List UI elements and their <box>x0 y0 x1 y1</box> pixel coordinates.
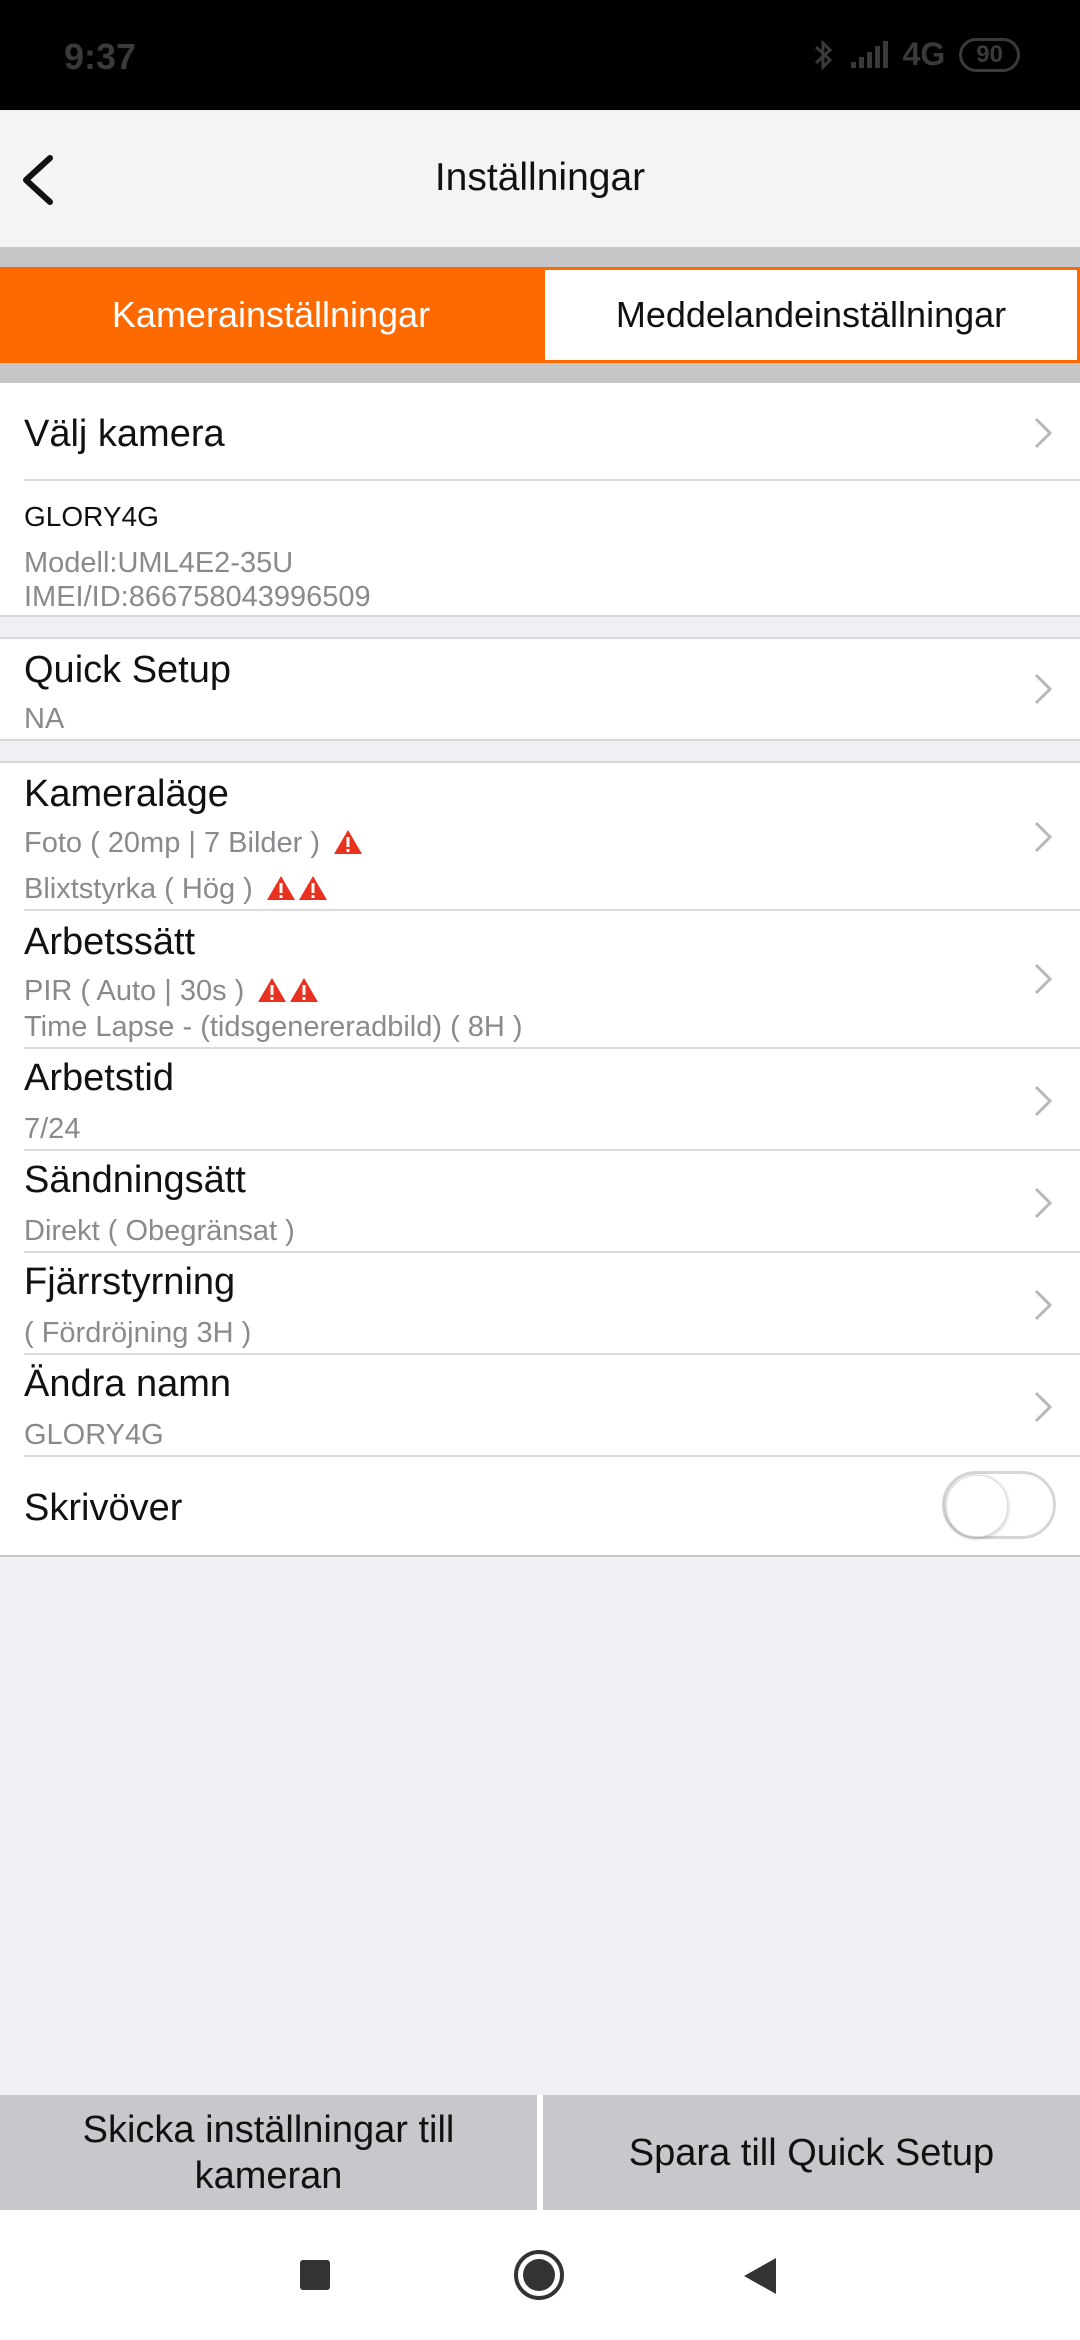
overwrite-row: Skrivöver <box>0 1457 1080 1557</box>
signal-icon <box>850 40 888 68</box>
warning-triangle-icon <box>334 830 363 854</box>
camera-name: GLORY4G <box>24 501 159 532</box>
remote-control-value: ( Fördröjning 3H ) <box>24 1317 252 1349</box>
status-time: 9:37 <box>64 36 137 77</box>
network-type: 4G <box>902 36 946 72</box>
warning-triangle-icon <box>290 978 319 1002</box>
rename-row[interactable]: Ändra namn GLORY4G <box>0 1355 1080 1457</box>
work-mode-row[interactable]: Arbetssätt PIR ( Auto | 30s ) Time Lapse… <box>0 911 1080 1049</box>
toggle-knob <box>946 1475 1008 1537</box>
camera-mode-line1: Foto ( 20mp | 7 Bilder ) <box>24 827 364 860</box>
select-camera-row[interactable]: Välj kamera <box>0 383 1080 481</box>
system-nav-bar <box>0 2210 1080 2340</box>
camera-mode-line2: Blixtstyrka ( Hög ) <box>24 873 329 906</box>
chevron-right-icon <box>1034 1085 1053 1117</box>
quick-setup-value: NA <box>24 703 65 735</box>
page-title: Inställningar <box>434 156 646 199</box>
warning-triangle-icon <box>266 876 295 900</box>
work-time-title: Arbetstid <box>24 1057 174 1099</box>
chevron-right-icon <box>1034 1187 1053 1219</box>
quick-setup-title: Quick Setup <box>24 649 231 691</box>
app-header: Inställningar <box>0 110 1080 249</box>
tab-notification-settings[interactable]: Meddelandeinställningar <box>542 267 1080 363</box>
work-time-value: 7/24 <box>24 1113 81 1145</box>
tab-bar: Kamerainställningar Meddelandeinställnin… <box>0 249 1080 383</box>
settings-list: Välj kamera GLORY4G Modell:UML4E2-35U IM… <box>0 383 1080 1557</box>
status-bar: 9:37 4G 90 <box>0 0 1080 110</box>
rename-value: GLORY4G <box>24 1419 164 1451</box>
chevron-right-icon <box>1034 821 1053 853</box>
section-gap <box>0 615 1080 639</box>
save-quick-setup-button[interactable]: Spara till Quick Setup <box>543 2095 1080 2210</box>
select-camera-label: Välj kamera <box>24 413 225 455</box>
section-gap <box>0 739 1080 763</box>
status-icons: 4G 90 <box>813 36 1020 73</box>
chevron-right-icon <box>1034 1391 1053 1423</box>
overwrite-title: Skrivöver <box>24 1487 183 1529</box>
chevron-right-icon <box>1034 1289 1053 1321</box>
camera-info: GLORY4G Modell:UML4E2-35U IMEI/ID:866758… <box>0 481 1080 615</box>
back-nav-icon[interactable] <box>742 2256 778 2296</box>
recents-icon[interactable] <box>298 2258 332 2292</box>
warning-triangle-icon <box>298 876 327 900</box>
camera-imei: IMEI/ID:866758043996509 <box>24 581 371 613</box>
battery-indicator: 90 <box>959 37 1020 72</box>
camera-model: Modell:UML4E2-35U <box>24 547 294 579</box>
home-icon[interactable] <box>512 2248 566 2302</box>
work-time-row[interactable]: Arbetstid 7/24 <box>0 1049 1080 1151</box>
overwrite-toggle[interactable] <box>942 1471 1056 1539</box>
send-mode-row[interactable]: Sändningsätt Direkt ( Obegränsat ) <box>0 1151 1080 1253</box>
quick-setup-row[interactable]: Quick Setup NA <box>0 639 1080 739</box>
bottom-action-bar: Skicka inställningar till kameran Spara … <box>0 2095 1080 2210</box>
camera-mode-row[interactable]: Kameraläge Foto ( 20mp | 7 Bilder ) Blix… <box>0 763 1080 911</box>
camera-mode-title: Kameraläge <box>24 773 229 815</box>
work-mode-line1: PIR ( Auto | 30s ) <box>24 975 320 1008</box>
warning-triangle-icon <box>258 978 287 1002</box>
chevron-right-icon <box>1034 963 1053 995</box>
work-mode-title: Arbetssätt <box>24 921 196 963</box>
bluetooth-icon <box>814 38 832 71</box>
chevron-right-icon <box>1034 417 1053 449</box>
send-to-camera-button[interactable]: Skicka inställningar till kameran <box>0 2095 537 2210</box>
send-mode-value: Direkt ( Obegränsat ) <box>24 1215 295 1247</box>
tab-camera-settings[interactable]: Kamerainställningar <box>0 267 542 363</box>
work-mode-line2: Time Lapse - (tidsgenereradbild) ( 8H ) <box>24 1011 523 1043</box>
remote-control-row[interactable]: Fjärrstyrning ( Fördröjning 3H ) <box>0 1253 1080 1355</box>
chevron-right-icon <box>1034 673 1053 705</box>
send-mode-title: Sändningsätt <box>24 1159 246 1201</box>
remote-control-title: Fjärrstyrning <box>24 1261 236 1303</box>
rename-title: Ändra namn <box>24 1363 232 1405</box>
